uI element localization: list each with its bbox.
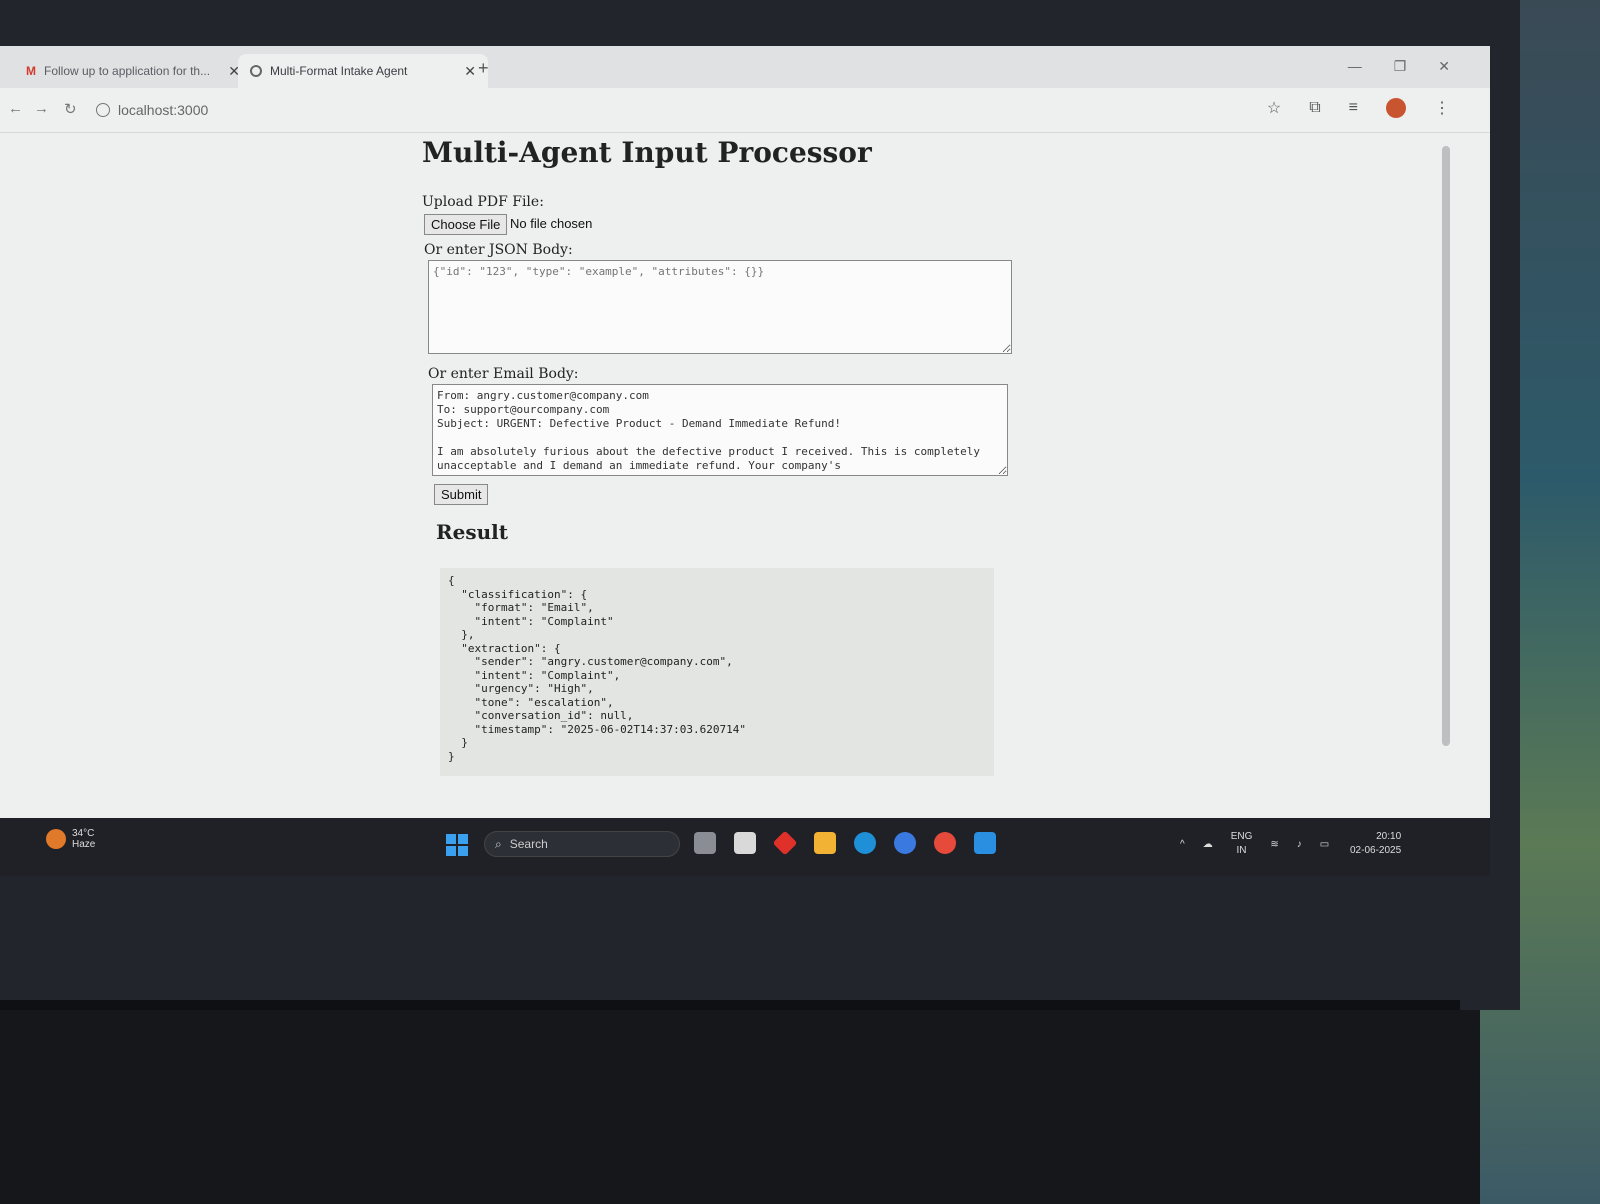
wifi-icon[interactable]: ≋ bbox=[1270, 839, 1278, 850]
email-label: Or enter Email Body: bbox=[428, 366, 579, 382]
battery-icon[interactable]: ▭ bbox=[1320, 839, 1329, 850]
avatar[interactable] bbox=[1386, 98, 1406, 118]
window-controls: — ❐ ✕ bbox=[1348, 58, 1450, 75]
toolbar-actions: ☆ ⧉ ≡ ⋮ bbox=[1267, 98, 1450, 118]
tab-title: Follow up to application for th... bbox=[44, 64, 211, 78]
weather-temp: 34°C bbox=[72, 828, 95, 839]
weather-icon bbox=[46, 829, 66, 849]
submit-button[interactable]: Submit bbox=[434, 484, 489, 505]
cloud-icon[interactable]: ☁ bbox=[1203, 839, 1213, 850]
volume-icon[interactable]: ♪ bbox=[1297, 839, 1302, 850]
menu-icon[interactable]: ⋮ bbox=[1434, 98, 1450, 118]
restore-icon[interactable]: ❐ bbox=[1394, 58, 1407, 75]
taskbar: 34°C Haze ⌕ Search ^ ☁ ENG IN ≋ ♪ ▭ 20:1… bbox=[0, 818, 1490, 876]
chrome-icon[interactable] bbox=[934, 832, 956, 854]
browser-toolbar: ← → ↻ localhost:3000 ☆ ⧉ ≡ ⋮ bbox=[0, 88, 1490, 133]
new-tab-icon[interactable]: + bbox=[478, 58, 489, 79]
file-status: No file chosen bbox=[510, 216, 593, 231]
file-explorer-icon[interactable] bbox=[814, 832, 836, 854]
reload-icon[interactable]: ↻ bbox=[64, 100, 77, 118]
edge-icon[interactable] bbox=[854, 832, 876, 854]
extensions-icon[interactable]: ⧉ bbox=[1309, 99, 1320, 117]
choose-file-button[interactable]: Choose File bbox=[424, 214, 508, 235]
taskbar-search[interactable]: ⌕ Search bbox=[484, 831, 680, 857]
tab-intake-agent[interactable]: Multi-Format Intake Agent ✕ bbox=[238, 54, 488, 88]
minimize-icon[interactable]: — bbox=[1348, 58, 1362, 75]
screen: M Follow up to application for th... ✕ M… bbox=[0, 46, 1490, 876]
json-label: Or enter JSON Body: bbox=[424, 242, 573, 258]
address-bar[interactable]: localhost:3000 bbox=[96, 96, 1226, 124]
tab-title: Multi-Format Intake Agent bbox=[270, 64, 408, 78]
page-title: Multi-Agent Input Processor bbox=[422, 136, 872, 169]
globe-icon bbox=[250, 65, 262, 77]
weather-desc: Haze bbox=[72, 839, 96, 850]
forward-icon[interactable]: → bbox=[34, 100, 49, 117]
page-scrollbar[interactable] bbox=[1442, 146, 1450, 746]
upload-label: Upload PDF File: bbox=[422, 194, 544, 210]
close-window-icon[interactable]: ✕ bbox=[1438, 58, 1450, 75]
tab-gmail[interactable]: M Follow up to application for th... ✕ bbox=[14, 54, 252, 88]
time: 20:10 bbox=[1376, 831, 1402, 842]
vscode-icon[interactable] bbox=[974, 832, 996, 854]
lang-bottom: IN bbox=[1236, 845, 1247, 856]
page-content: Multi-Agent Input Processor Upload PDF F… bbox=[0, 132, 1470, 832]
task-view-icon[interactable] bbox=[694, 832, 716, 854]
star-icon[interactable]: ☆ bbox=[1267, 98, 1281, 118]
chevron-up-icon[interactable]: ^ bbox=[1180, 839, 1185, 850]
back-icon[interactable]: ← bbox=[8, 100, 23, 117]
email-body-input[interactable]: From: angry.customer@company.com To: sup… bbox=[432, 384, 1008, 476]
result-heading: Result bbox=[436, 520, 508, 544]
search-icon: ⌕ bbox=[495, 836, 502, 851]
gmail-icon: M bbox=[26, 64, 36, 78]
system-tray: ^ ☁ ENG IN ≋ ♪ ▭ bbox=[1180, 830, 1329, 858]
windows-start-icon[interactable] bbox=[446, 834, 468, 856]
red-diamond-app-icon[interactable] bbox=[772, 830, 798, 856]
media-icon[interactable]: ≡ bbox=[1349, 99, 1358, 117]
close-icon[interactable]: ✕ bbox=[464, 63, 476, 80]
weather-widget[interactable]: 34°C Haze bbox=[46, 828, 95, 850]
date: 02-06-2025 bbox=[1350, 845, 1402, 856]
clock[interactable]: 20:10 02-06-2025 bbox=[1350, 830, 1401, 858]
url-text: localhost:3000 bbox=[118, 102, 209, 118]
site-info-icon[interactable] bbox=[96, 103, 110, 117]
taskbar-apps bbox=[694, 830, 996, 856]
firefox-icon[interactable] bbox=[894, 832, 916, 854]
result-output: { "classification": { "format": "Email",… bbox=[440, 568, 994, 776]
laptop-keyboard bbox=[0, 1010, 1480, 1204]
lang-top: ENG bbox=[1230, 831, 1253, 842]
store-icon[interactable] bbox=[734, 832, 756, 854]
tab-bar: M Follow up to application for th... ✕ M… bbox=[0, 46, 1490, 88]
language-indicator[interactable]: ENG IN bbox=[1231, 830, 1253, 858]
json-body-input[interactable] bbox=[428, 260, 1012, 354]
search-label: Search bbox=[509, 837, 548, 851]
